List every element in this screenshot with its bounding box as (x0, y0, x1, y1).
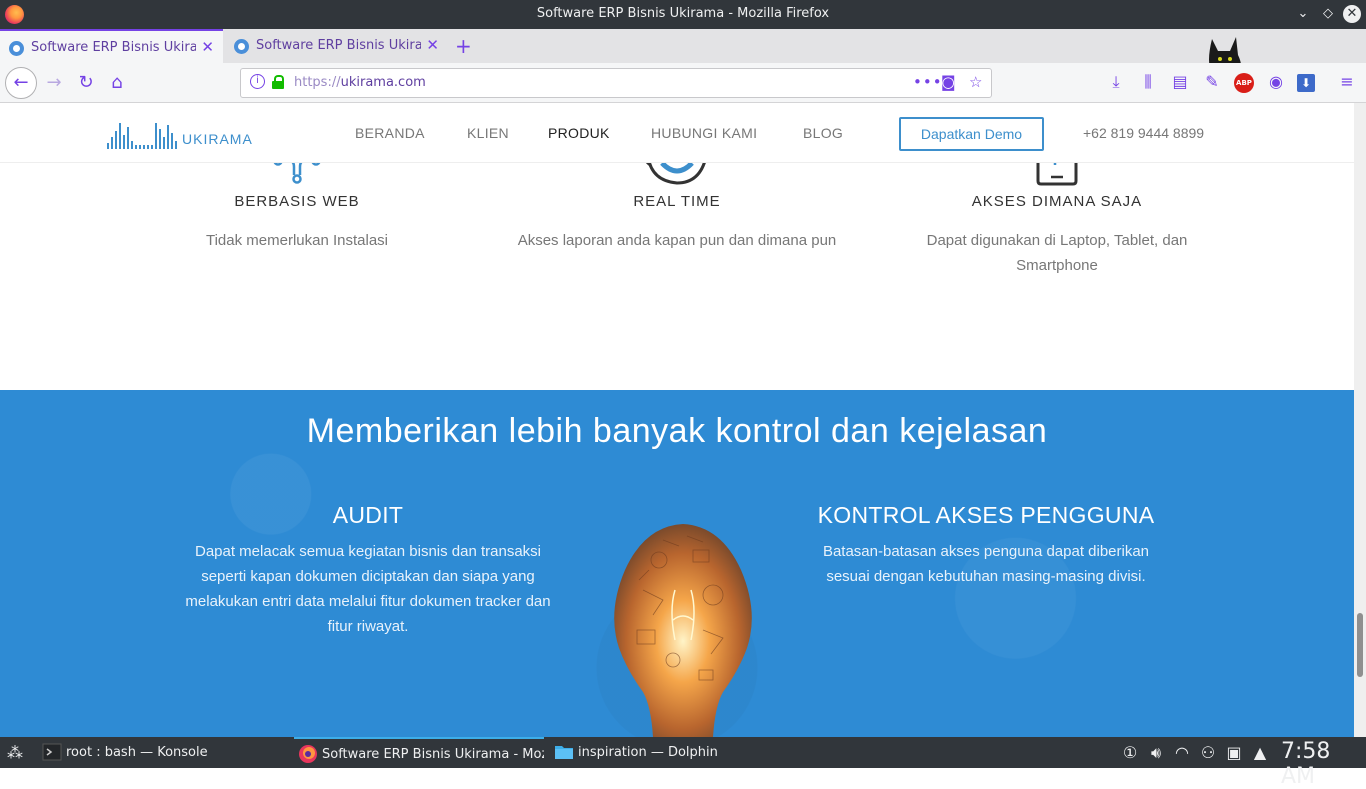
task-dolphin[interactable]: inspiration — Dolphin (550, 737, 800, 768)
home-button[interactable]: ⌂ (103, 69, 131, 97)
close-tab-icon[interactable]: ✕ (201, 38, 214, 56)
nav-hubungi-kami[interactable]: HUBUNGI KAMI (651, 125, 757, 141)
account-icon[interactable]: ◉ (1265, 72, 1287, 91)
access-control-title: KONTROL AKSES PENGGUNA (817, 502, 1155, 528)
url-bar[interactable]: i https://ukirama.com ••• ◙ ☆ (240, 68, 992, 98)
audit-column: AUDIT Dapat melacak semua kegiatan bisni… (178, 502, 558, 639)
window-title: Software ERP Bisnis Ukirama - Mozilla Fi… (536, 6, 830, 21)
lightbulb-illustration (614, 524, 752, 737)
page-scrollbar[interactable] (1354, 103, 1366, 737)
feature-title: REAL TIME (633, 193, 721, 210)
maximize-icon[interactable]: ◇ (1319, 5, 1337, 23)
clock[interactable]: 7:58 AM (1281, 739, 1366, 789)
feature-description: Tidak memerlukan Instalasi (205, 232, 388, 249)
phone-number[interactable]: +62 819 9444 8899 (1083, 125, 1204, 141)
ukirama-favicon-icon (9, 41, 24, 56)
clipboard-icon[interactable]: ▣ (1224, 743, 1244, 762)
screenshot-icon[interactable]: ✎ (1201, 72, 1223, 91)
forward-button[interactable]: → (40, 69, 68, 97)
nav-blog[interactable]: BLOG (803, 125, 843, 141)
secure-lock-icon[interactable] (272, 75, 284, 89)
web-page: BERBASIS WEB Tidak memerlukan Instalasi … (0, 103, 1354, 737)
feature-title: AKSES DIMANA SAJA (971, 193, 1143, 210)
task-firefox[interactable]: Software ERP Bisnis Ukirama - Mozil... (294, 737, 544, 768)
folder-icon (555, 746, 573, 759)
bookmark-star-icon[interactable]: ☆ (969, 73, 982, 91)
task-label: root : bash — Konsole (66, 745, 208, 760)
logo-bars-icon (107, 119, 179, 149)
download-extension-icon[interactable]: ⬇ (1297, 74, 1315, 92)
volume-icon[interactable]: 🔊︎ (1146, 743, 1166, 763)
nav-produk[interactable]: PRODUK (548, 125, 610, 141)
new-tab-icon[interactable]: + (455, 34, 472, 58)
application-launcher-icon[interactable]: ⁂ (7, 743, 23, 762)
feature-description: Akses laporan anda kapan pun dan dimana … (517, 232, 837, 249)
kde-taskbar: ⁂ root : bash — Konsole Software ERP Bis… (0, 737, 1366, 789)
updates-notification-icon[interactable]: ① (1120, 743, 1140, 762)
site-info-icon[interactable]: i (250, 74, 265, 89)
scrollbar-thumb[interactable] (1357, 613, 1363, 677)
get-demo-button[interactable]: Dapatkan Demo (899, 117, 1044, 151)
tab-label: Software ERP Bisnis Ukirama (256, 38, 421, 53)
reload-button[interactable]: ↻ (72, 69, 100, 97)
tab-ukirama-2[interactable]: Software ERP Bisnis Ukirama ✕ (225, 29, 448, 63)
audit-title: AUDIT (332, 502, 404, 528)
task-konsole[interactable]: root : bash — Konsole (38, 737, 288, 768)
task-label: inspiration — Dolphin (578, 745, 718, 760)
back-button[interactable]: ← (5, 67, 37, 99)
user-switch-icon[interactable]: ⚇ (1198, 743, 1218, 762)
close-tab-icon[interactable]: ✕ (426, 36, 439, 54)
sidebar-icon[interactable]: ▤ (1169, 72, 1191, 91)
wifi-icon[interactable]: ◠ (1172, 743, 1192, 762)
nav-beranda[interactable]: BERANDA (355, 125, 425, 141)
window-titlebar: Software ERP Bisnis Ukirama - Mozilla Fi… (0, 0, 1366, 29)
tab-bar: Software ERP Bisnis Ukirama ✕ Software E… (0, 29, 1366, 63)
menu-hamburger-icon[interactable]: ≡ (1336, 72, 1358, 91)
firefox-icon (299, 745, 317, 763)
control-section: Memberikan lebih banyak kontrol dan keje… (0, 390, 1354, 737)
ukirama-favicon-icon (234, 39, 249, 54)
tab-label: Software ERP Bisnis Ukirama (31, 40, 196, 55)
tray-expand-icon[interactable]: ▲ (1250, 743, 1270, 762)
close-window-icon[interactable]: ✕ (1343, 5, 1361, 23)
nav-klien[interactable]: KLIEN (467, 125, 509, 141)
downloads-icon[interactable]: ⤓ (1105, 72, 1127, 92)
task-label: Software ERP Bisnis Ukirama - Mozil... (322, 747, 544, 762)
navigation-toolbar: ← → ↻ ⌂ i https://ukirama.com ••• ◙ ☆ ⤓ … (0, 63, 1366, 103)
feature-description: Dapat digunakan di Laptop, Tablet, dan S… (926, 232, 1188, 274)
access-control-description: Batasan-batasan akses penguna dapat dibe… (822, 543, 1150, 585)
adblock-plus-icon[interactable]: ABP (1234, 73, 1254, 93)
konsole-icon (42, 743, 62, 761)
access-control-column: KONTROL AKSES PENGGUNA Batasan-batasan a… (800, 502, 1172, 589)
audit-description: Dapat melacak semua kegiatan bisnis dan … (185, 543, 551, 635)
minimize-icon[interactable]: ⌄ (1294, 5, 1312, 23)
site-header: UKIRAMA BERANDA KLIEN PRODUK HUBUNGI KAM… (0, 103, 1354, 163)
logo-text: UKIRAMA (182, 131, 253, 147)
library-icon[interactable]: ⫼ (1137, 72, 1159, 92)
section-heading: Memberikan lebih banyak kontrol dan keje… (306, 412, 1048, 450)
page-actions-icon[interactable]: ••• (913, 73, 943, 91)
tab-ukirama-1[interactable]: Software ERP Bisnis Ukirama ✕ (0, 29, 223, 63)
pocket-icon[interactable]: ◙ (941, 73, 956, 91)
url-text[interactable]: https://ukirama.com (294, 75, 426, 90)
feature-title: BERBASIS WEB (234, 193, 360, 210)
